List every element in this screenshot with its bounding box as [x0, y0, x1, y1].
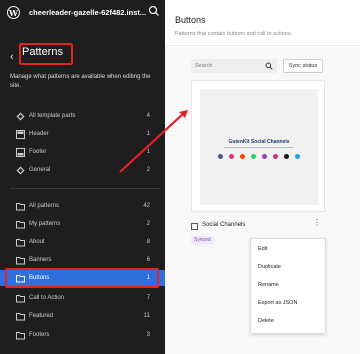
- preview-heading: GutenKit Social Channels: [228, 139, 290, 145]
- social-dot-icon: [229, 154, 234, 159]
- sidebar-item-count: 4: [146, 113, 150, 119]
- category-description: Patterns that contain buttons and call t…: [175, 31, 293, 37]
- sidebar-item-label: Banners: [29, 257, 52, 263]
- sidebar-item-count: 2: [146, 221, 150, 227]
- social-dot-icon: [262, 154, 267, 159]
- menu-item-delete[interactable]: Delete: [258, 318, 274, 324]
- folder-icon: [16, 256, 25, 264]
- pattern-preview-canvas: GutenKit Social Channels: [200, 89, 318, 205]
- sidebar-item-all-template-parts[interactable]: All template parts 4: [0, 108, 165, 124]
- folder-icon: [16, 312, 25, 320]
- sidebar-item-label: All patterns: [29, 203, 60, 209]
- social-dot-icon: [240, 154, 245, 159]
- folder-icon: [16, 294, 25, 302]
- highlight-box-buttons: [5, 268, 159, 288]
- sidebar-item-header[interactable]: Header 1: [0, 126, 165, 142]
- pattern-preview[interactable]: GutenKit Social Channels: [191, 80, 325, 212]
- folder-icon: [16, 220, 25, 228]
- search-icon: [265, 62, 273, 70]
- sidebar-item-label: General: [29, 167, 51, 173]
- sidebar-item-footers[interactable]: Footers 3: [0, 327, 165, 343]
- category-title: Buttons: [175, 15, 206, 25]
- sidebar-item-banners[interactable]: Banners 6: [0, 252, 165, 268]
- layers-icon: [16, 112, 25, 120]
- search-icon[interactable]: [148, 5, 160, 17]
- topbar: W cheerleader-gazelle-62f482.inst...: [0, 0, 165, 26]
- sidebar-item-count: 8: [146, 239, 150, 245]
- menu-item-export-json[interactable]: Export as JSON: [258, 300, 297, 306]
- social-dot-icon: [295, 154, 300, 159]
- pattern-name[interactable]: Social Channels: [202, 222, 245, 228]
- sidebar-item-call-to-action[interactable]: Call to Action 7: [0, 290, 165, 306]
- pattern-actions-menu: Edit Duplicate Rename Export as JSON Del…: [250, 238, 326, 334]
- header-icon: [16, 129, 25, 139]
- sidebar-item-label: About: [29, 239, 45, 245]
- social-dot-icon: [251, 154, 256, 159]
- sidebar-item-count: 3: [146, 332, 150, 338]
- sidebar-item-count: 2: [146, 167, 150, 173]
- menu-item-rename[interactable]: Rename: [258, 282, 279, 288]
- sidebar-item-count: 11: [143, 313, 150, 319]
- sidebar-item-count: 1: [146, 149, 150, 155]
- search-input[interactable]: Search: [191, 59, 277, 73]
- social-dot-icon: [284, 154, 289, 159]
- sidebar-item-label: Header: [29, 131, 49, 137]
- main-header: Buttons Patterns that contain buttons an…: [165, 0, 360, 46]
- synced-badge: Synced: [191, 236, 214, 245]
- wordpress-logo-icon[interactable]: W: [7, 6, 20, 19]
- sync-status-button[interactable]: Sync status: [283, 59, 323, 73]
- sidebar-item-all-patterns[interactable]: All patterns 42: [0, 198, 165, 214]
- sidebar-item-label: My patterns: [29, 221, 61, 227]
- folder-icon: [16, 331, 25, 339]
- sidebar-item-count: 7: [146, 295, 150, 301]
- sidebar-item-my-patterns[interactable]: My patterns 2: [0, 216, 165, 232]
- menu-item-duplicate[interactable]: Duplicate: [258, 264, 281, 270]
- folder-icon: [16, 202, 25, 210]
- social-dot-icon: [273, 154, 278, 159]
- preview-text-line: [224, 147, 294, 148]
- main-panel: Buttons Patterns that contain buttons an…: [165, 0, 360, 354]
- footer-icon: [16, 147, 25, 157]
- sidebar-item-count: 42: [143, 203, 150, 209]
- search-placeholder: Search: [195, 63, 213, 69]
- pattern-checkbox[interactable]: [191, 223, 198, 230]
- back-button[interactable]: ‹: [10, 51, 14, 63]
- sidebar-item-footer[interactable]: Footer 1: [0, 144, 165, 160]
- more-options-icon[interactable]: ⋮: [313, 218, 321, 227]
- sidebar-item-count: 1: [146, 131, 150, 137]
- sidebar-item-label: Footer: [29, 149, 47, 155]
- sidebar-item-general[interactable]: General 2: [0, 162, 165, 178]
- sidebar-item-count: 6: [146, 257, 150, 263]
- highlight-box-title: [19, 43, 73, 65]
- sidebar-description: Manage what patterns are available when …: [10, 74, 151, 89]
- menu-item-edit[interactable]: Edit: [258, 246, 267, 252]
- sidebar-item-about[interactable]: About 8: [0, 234, 165, 250]
- sidebar-item-label: Featured: [29, 313, 54, 319]
- sidebar-item-featured[interactable]: Featured 11: [0, 308, 165, 324]
- site-title[interactable]: cheerleader-gazelle-62f482.inst...: [29, 8, 146, 17]
- divider: [10, 188, 160, 189]
- social-dot-icon: [218, 154, 223, 159]
- layers-icon: [16, 166, 25, 174]
- folder-icon: [16, 238, 25, 246]
- sidebar-item-label: All template parts: [29, 113, 76, 119]
- sidebar: W cheerleader-gazelle-62f482.inst... ‹ P…: [0, 0, 165, 354]
- sidebar-item-label: Call to Action: [29, 295, 65, 301]
- social-icons-row: [218, 154, 300, 160]
- sidebar-item-label: Footers: [29, 332, 50, 338]
